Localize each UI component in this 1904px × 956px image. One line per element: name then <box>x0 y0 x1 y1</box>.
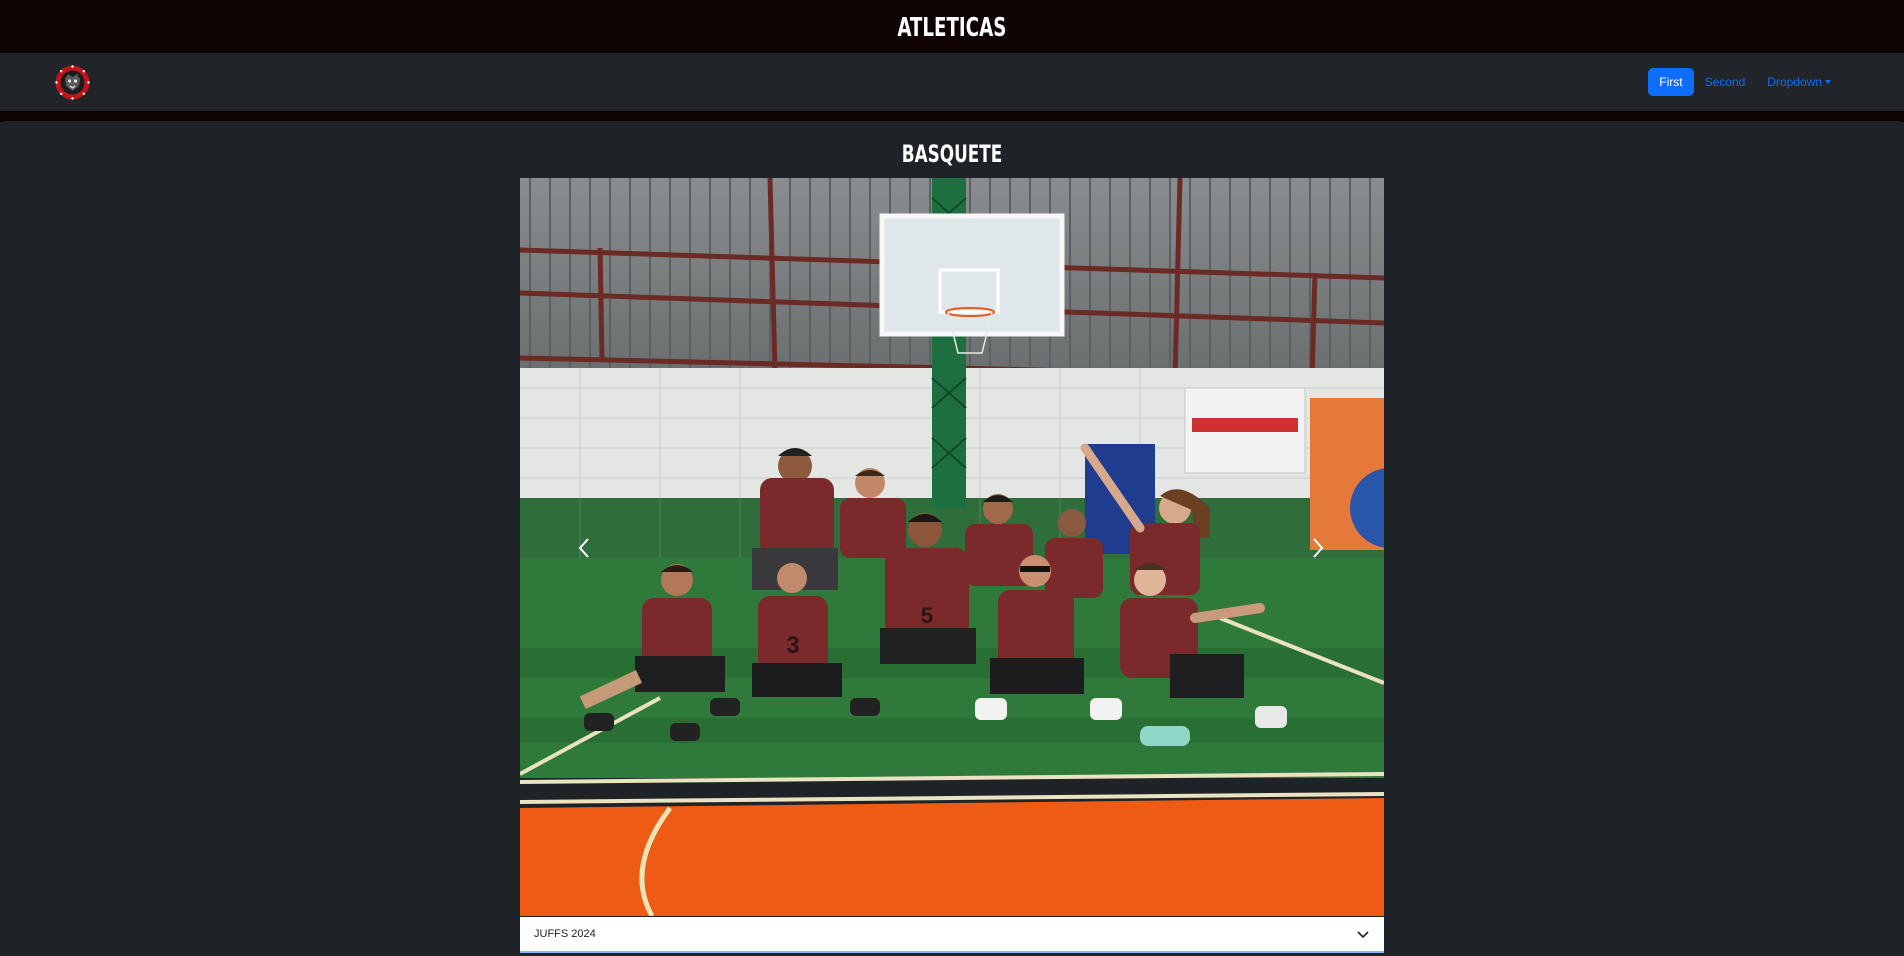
event-select[interactable]: JUFFS 2024 <box>520 917 1384 953</box>
chevron-down-icon <box>1357 931 1369 939</box>
carousel-prev-button[interactable] <box>564 518 604 578</box>
svg-text:3: 3 <box>786 632 799 659</box>
nav-link-first[interactable]: First <box>1648 68 1694 96</box>
site-title: ATLETICAS <box>897 12 1007 43</box>
navbar: First Second Dropdown <box>0 53 1904 111</box>
chevron-right-icon <box>1313 538 1324 558</box>
nav-dropdown-toggle[interactable]: Dropdown <box>1756 68 1842 96</box>
chevron-left-icon <box>578 538 589 558</box>
section-title: BASQUETE <box>901 140 1003 168</box>
nav-links: First Second Dropdown <box>1648 68 1842 96</box>
svg-text:5: 5 <box>921 603 933 628</box>
site-header: ATLETICAS <box>0 0 1904 53</box>
nav-dropdown-label: Dropdown <box>1767 75 1822 89</box>
image-carousel[interactable]: 5 3 <box>520 178 1384 916</box>
event-select-value: JUFFS 2024 <box>534 928 596 940</box>
carousel-next-button[interactable] <box>1298 518 1338 578</box>
nav-link-second[interactable]: Second <box>1694 68 1757 96</box>
caret-down-icon <box>1825 80 1831 84</box>
team-photo: 5 3 <box>520 178 1384 916</box>
athletic-logo-icon[interactable] <box>54 64 91 101</box>
